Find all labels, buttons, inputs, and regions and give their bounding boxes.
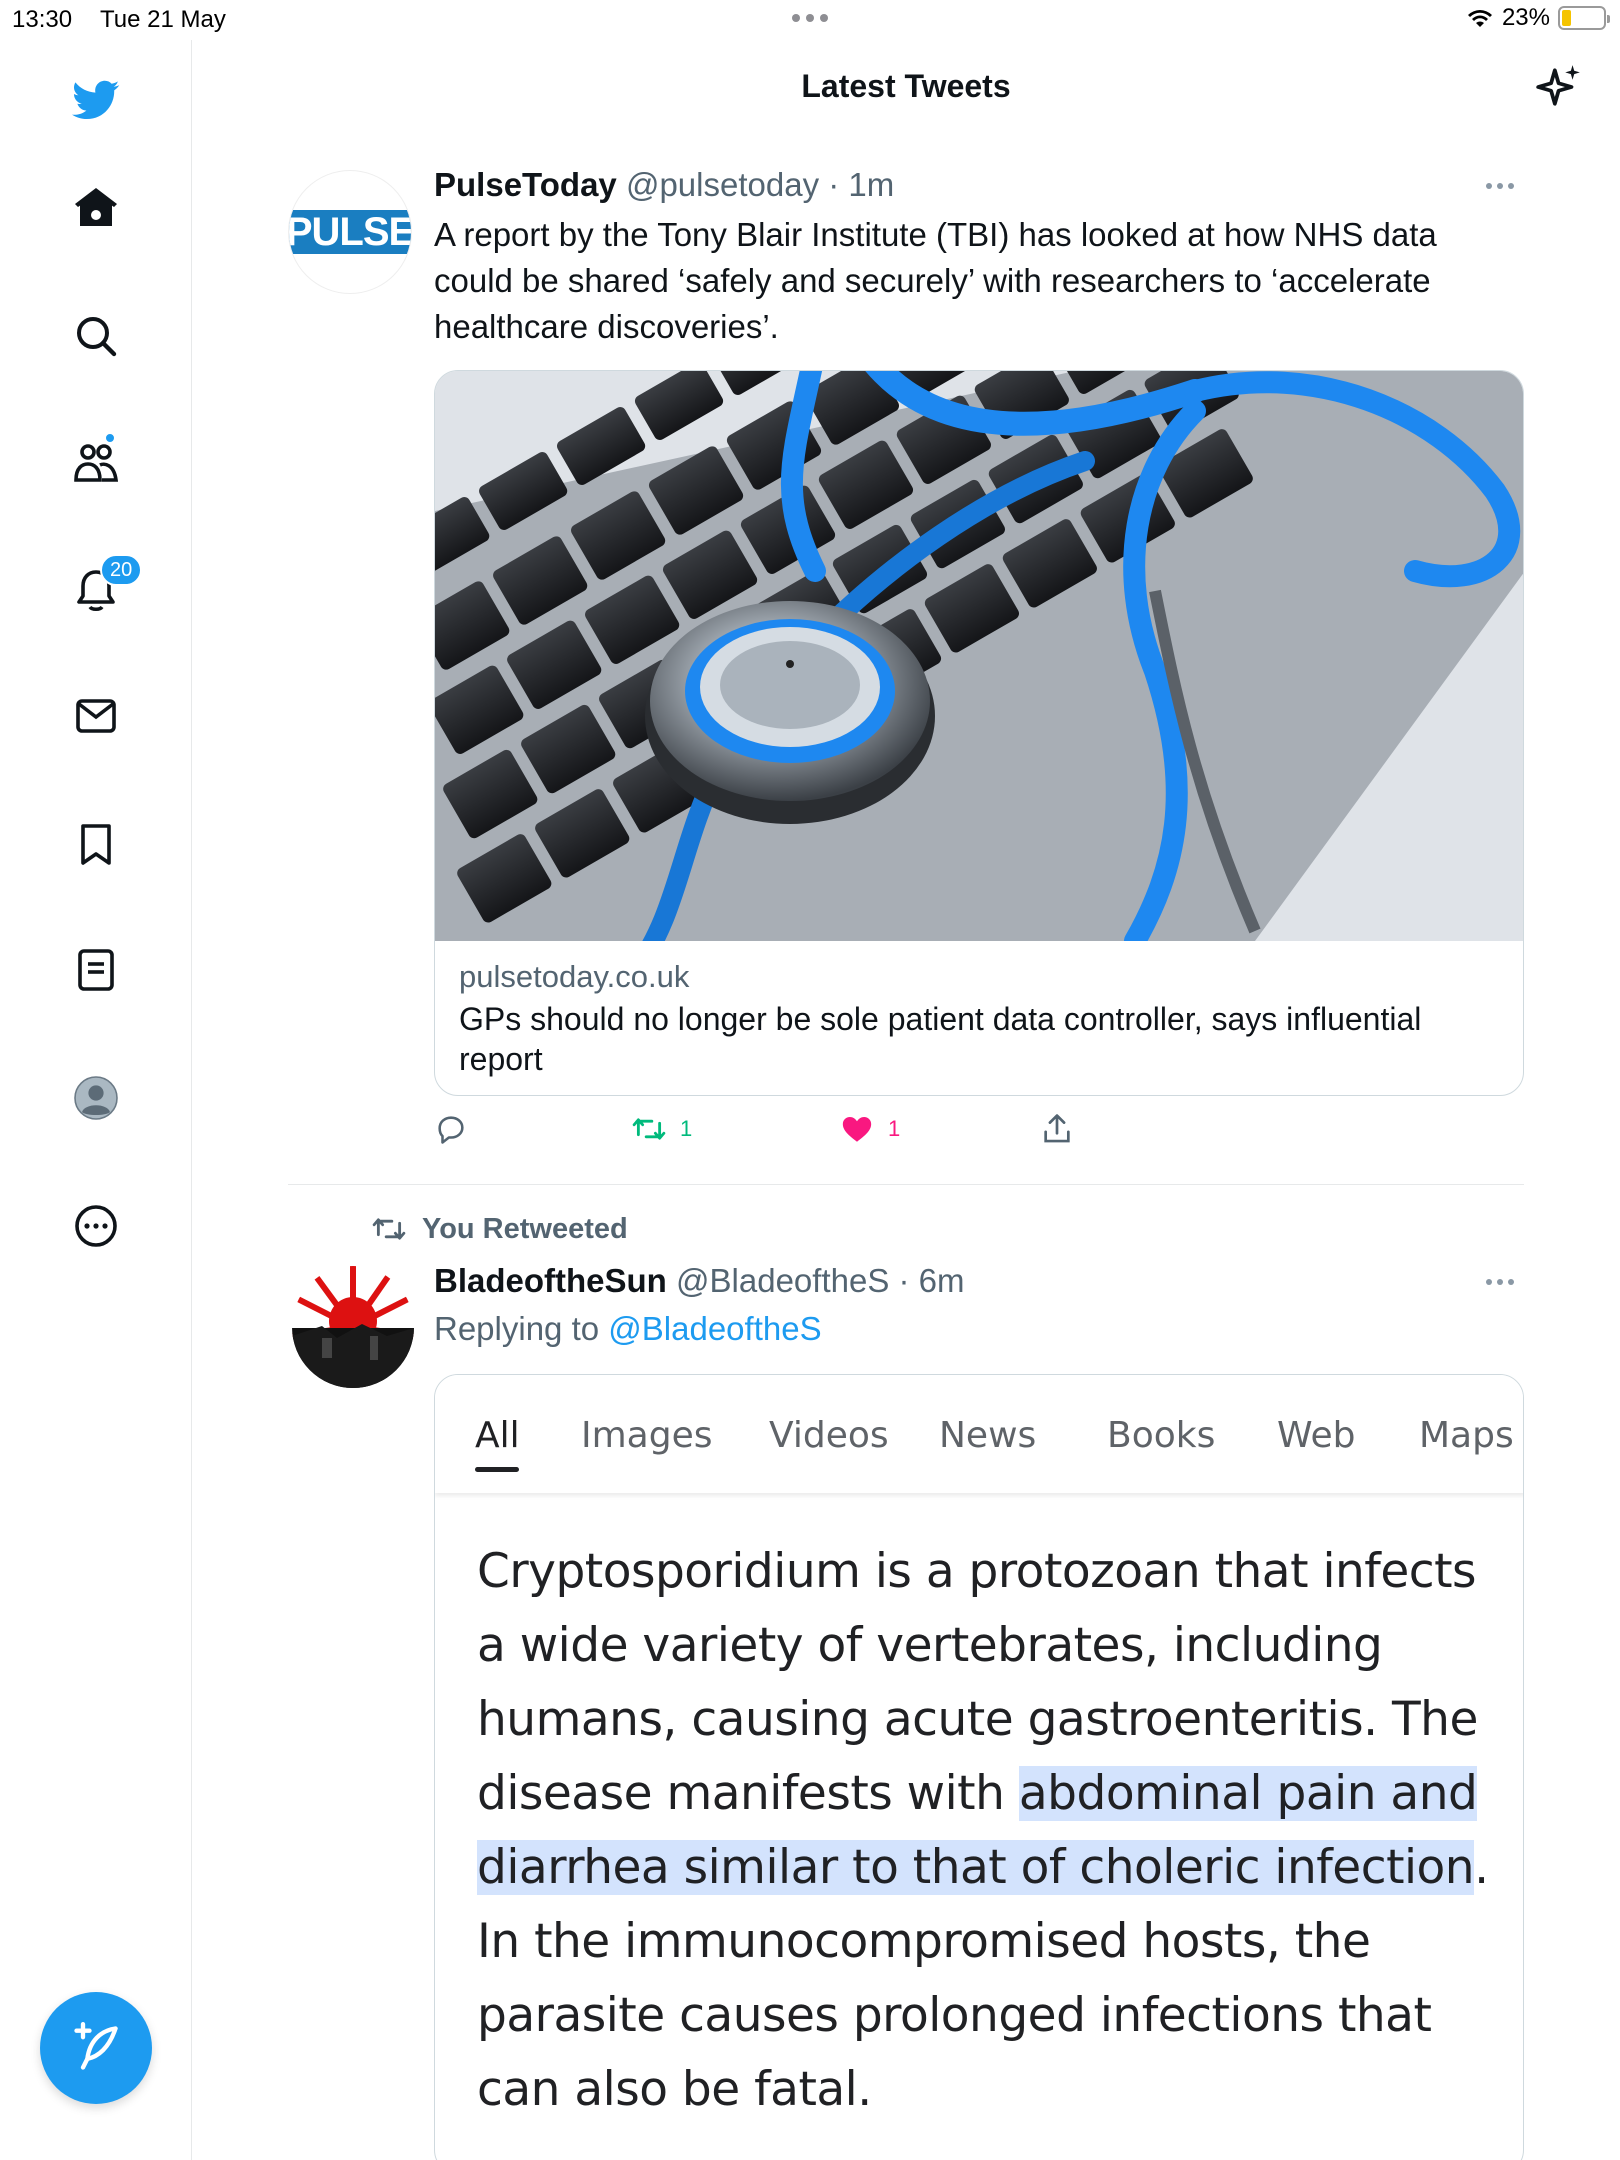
search-icon[interactable] [60, 300, 132, 372]
avatar[interactable]: PULSE [288, 170, 412, 294]
tab-books: Books [1107, 1415, 1216, 1456]
compose-button[interactable] [40, 1992, 152, 2104]
tweet-actions: 1 1 [434, 1112, 1524, 1162]
tweet-text-line: A report by the Tony Blair Institute (TB… [434, 216, 1437, 253]
replying-to: Replying to @BladeoftheS [434, 1310, 822, 1348]
bell-icon[interactable]: 20 [60, 554, 143, 626]
bookmark-icon[interactable] [60, 808, 132, 880]
twitter-bird-icon[interactable] [60, 64, 132, 136]
notifications-badge: 20 [100, 554, 143, 586]
search-tabs: All Images Videos News Books Web Maps [435, 1375, 1523, 1493]
retweet-icon [632, 1118, 666, 1140]
status-date: Tue 21 May [100, 6, 226, 33]
tweet-header: PulseToday @pulsetoday · 1m [434, 166, 894, 204]
attached-screenshot[interactable]: All Images Videos News Books Web Maps Cr… [434, 1374, 1524, 2160]
tweet-time[interactable]: 6m [919, 1262, 965, 1299]
status-right: 23% [1466, 4, 1610, 32]
tweet-text-line: healthcare discoveries’. [434, 308, 779, 345]
card-title: GPs should no longer be sole patient dat… [459, 1001, 1422, 1077]
retweeted-label[interactable]: You Retweeted [422, 1213, 628, 1246]
tab-news: News [939, 1415, 1037, 1456]
compose-icon [74, 2022, 118, 2070]
retweet-button[interactable]: 1 [632, 1112, 692, 1146]
tweet-header: BladeoftheSun @BladeoftheS · 6m [434, 1262, 965, 1300]
separator: · [889, 1262, 919, 1299]
tweet-time[interactable]: 1m [848, 166, 894, 203]
like-count: 1 [888, 1116, 901, 1141]
card-domain: pulsetoday.co.uk [459, 959, 690, 994]
tweet-divider [288, 1184, 1524, 1185]
more-options-icon[interactable] [1486, 176, 1526, 196]
page-title: Latest Tweets [801, 68, 1011, 104]
more-options-icon[interactable] [1486, 1272, 1526, 1292]
retweet-icon [372, 1218, 406, 1240]
mail-icon[interactable] [60, 680, 132, 752]
more-circle-icon[interactable] [60, 1190, 132, 1262]
like-button[interactable]: 1 [840, 1112, 900, 1146]
sparkle-icon[interactable] [1534, 62, 1584, 112]
tab-videos: Videos [769, 1415, 889, 1456]
tab-maps: Maps [1419, 1415, 1514, 1456]
author-handle[interactable]: @BladeoftheS [676, 1262, 889, 1299]
replying-to-label: Replying to [434, 1310, 609, 1347]
avatar-icon[interactable] [60, 1062, 132, 1134]
active-tab-indicator [475, 1467, 519, 1472]
author-name[interactable]: BladeoftheSun [434, 1262, 667, 1299]
author-name[interactable]: PulseToday [434, 166, 617, 203]
status-bar: 13:30 Tue 21 May 23% [0, 0, 1620, 40]
tab-all: All [475, 1415, 520, 1456]
link-card[interactable]: pulsetoday.co.uk GPs should no longer be… [434, 370, 1524, 1096]
avatar[interactable] [292, 1266, 414, 1388]
screenshot-text: Cryptosporidium is a protozoan that infe… [477, 1535, 1497, 2127]
stethoscope-laptop-image[interactable] [435, 371, 1523, 941]
tweet-text-line: could be shared ‘safely and securely’ wi… [434, 262, 1431, 299]
communities-icon[interactable] [60, 426, 132, 498]
share-button[interactable] [1040, 1112, 1074, 1146]
home-icon[interactable] [60, 172, 132, 244]
heart-icon [842, 1116, 872, 1142]
battery-percent: 23% [1501, 4, 1550, 31]
tab-images: Images [581, 1415, 713, 1456]
reply-icon [438, 1116, 464, 1144]
status-time: 13:30 [12, 6, 73, 33]
replying-to-handle[interactable]: @BladeoftheS [608, 1310, 821, 1347]
communities-dot [104, 432, 116, 444]
author-handle[interactable]: @pulsetoday [626, 166, 819, 203]
list-icon[interactable] [60, 934, 132, 1006]
pulse-logo: PULSE [289, 210, 411, 254]
retweeted-indicator: You Retweeted [372, 1212, 628, 1246]
share-icon [1044, 1114, 1070, 1143]
reply-button[interactable] [434, 1112, 468, 1146]
sidebar: 20 [0, 40, 192, 2160]
separator: · [819, 166, 849, 203]
wifi-icon [1467, 10, 1492, 27]
battery-icon [1558, 6, 1610, 30]
retweet-count: 1 [680, 1116, 693, 1141]
tab-web: Web [1277, 1415, 1356, 1456]
tweet-text: A report by the Tony Blair Institute (TB… [434, 212, 1437, 350]
multitasking-dots-icon[interactable] [785, 6, 835, 30]
